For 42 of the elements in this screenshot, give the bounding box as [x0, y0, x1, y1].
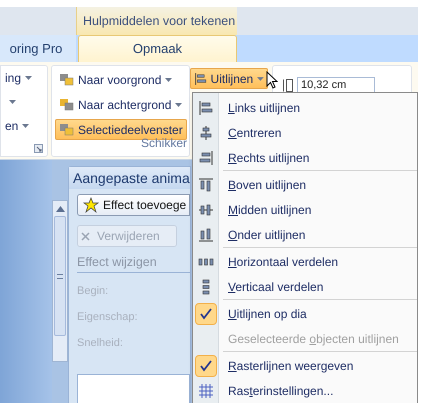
add-effect-button[interactable]: Effect toevoege — [77, 194, 190, 216]
menu-item[interactable]: Boven uitlijnen — [193, 172, 417, 197]
menu-item[interactable]: Rasterlijnen weergeven — [193, 353, 417, 378]
contextual-tab-header: Hulpmiddelen voor tekenen — [76, 7, 237, 35]
align-top-icon — [198, 176, 214, 192]
ribbon-tab[interactable]: Opmaak — [78, 35, 237, 62]
scrollbar[interactable] — [52, 200, 68, 362]
menu-item[interactable]: Centreren — [193, 120, 417, 145]
grid-icon — [198, 382, 214, 398]
menu-item[interactable]: Midden uitlijnen — [193, 197, 417, 222]
align-center-icon — [198, 124, 214, 140]
ribbon-tab[interactable]: oring Pro — [0, 35, 76, 62]
caret-icon — [257, 76, 264, 80]
align-middle-icon — [198, 202, 214, 218]
menu-item[interactable]: Rechts uitlijnen — [193, 145, 417, 170]
width-icon — [283, 79, 293, 92]
menu-item[interactable]: Rasterinstellingen... — [193, 378, 417, 403]
pane-title: Aangepaste anima — [69, 167, 190, 189]
align-left-icon — [194, 72, 208, 86]
delete-icon — [81, 232, 90, 240]
menu-item[interactable]: Horizontaal verdelen — [193, 249, 417, 274]
menu-item[interactable]: Verticaal verdelen — [193, 274, 417, 299]
ribbon-button[interactable]: en — [5, 117, 18, 135]
ribbon-button[interactable]: ing — [5, 69, 22, 87]
menu-item[interactable]: Uitlijnen op dia — [193, 301, 417, 326]
layers-icon — [59, 122, 75, 136]
ribbon-button[interactable]: Naar voorgrond — [55, 69, 176, 90]
layers-icon — [59, 98, 75, 112]
menu-item[interactable]: Links uitlijnen — [193, 95, 417, 120]
align-left-icon — [198, 100, 214, 116]
layers-icon — [59, 72, 75, 86]
dialog-launcher-icon[interactable] — [34, 144, 43, 153]
star-icon — [81, 197, 99, 213]
size-field[interactable]: 10,32 cm — [297, 77, 375, 93]
align-button[interactable]: Uitlijnen — [190, 68, 268, 89]
align-right-icon — [198, 150, 214, 166]
ribbon-button[interactable]: Naar achtergrond — [55, 94, 186, 115]
scroll-up-icon[interactable] — [56, 206, 64, 212]
menu-item[interactable]: Onder uitlijnen — [193, 222, 417, 247]
section-heading: Effect wijzigen — [77, 253, 190, 273]
scroll-thumb[interactable] — [54, 216, 66, 336]
align-bottom-icon — [198, 226, 214, 242]
